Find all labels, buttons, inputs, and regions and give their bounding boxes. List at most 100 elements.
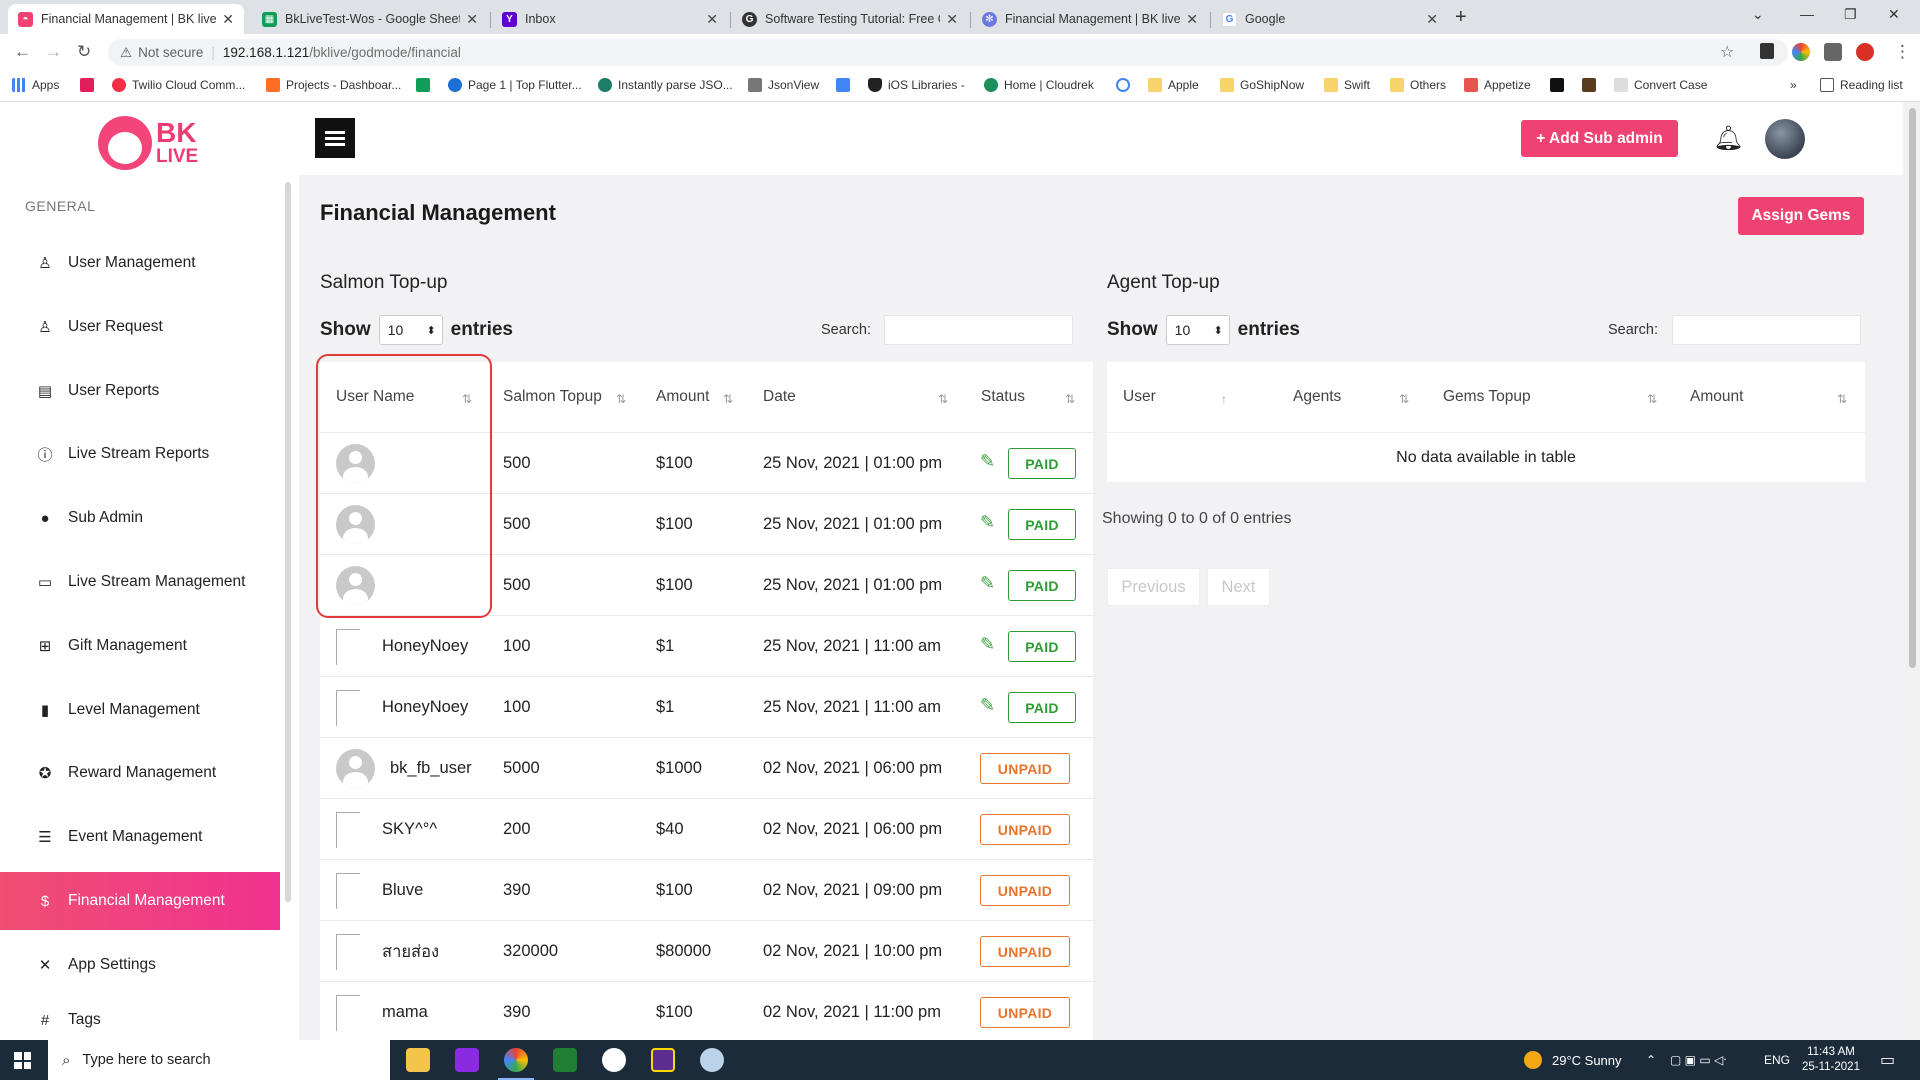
slack-taskbar-icon[interactable]: [602, 1048, 626, 1072]
bookmark-translate[interactable]: [836, 78, 856, 92]
puzzle-extensions-icon[interactable]: [1824, 43, 1842, 61]
language-indicator[interactable]: ENG: [1764, 1040, 1790, 1080]
onenote-icon[interactable]: [651, 1048, 675, 1072]
column-header-agents[interactable]: Agents: [1293, 362, 1341, 432]
tab-google[interactable]: G Google ✕: [1212, 4, 1448, 34]
new-tab-icon[interactable]: +: [1455, 6, 1467, 29]
status-badge[interactable]: PAID: [1008, 509, 1076, 540]
tab-google-sheets[interactable]: ▦ BkLiveTest-Wos - Google Sheets ✕: [252, 4, 488, 34]
profile-avatar-icon[interactable]: [1856, 43, 1874, 61]
sidebar-item-user-reports[interactable]: ▤ User Reports: [0, 362, 280, 420]
back-arrow-icon[interactable]: ←: [14, 42, 31, 62]
close-tab-icon[interactable]: ✕: [1186, 11, 1198, 28]
tab-financial-management[interactable]: ◓ Financial Management | BK live ✕: [8, 4, 244, 34]
user-avatar[interactable]: [1765, 119, 1805, 159]
edit-pencil-icon[interactable]: ✎: [980, 451, 995, 472]
bookmark-slack[interactable]: [80, 78, 100, 92]
bookmark-google[interactable]: [1116, 78, 1136, 92]
bookmark-folder-apple[interactable]: Apple: [1148, 78, 1199, 92]
tray-icons[interactable]: ▢ ▣ ▭ ◁ᐧ: [1670, 1040, 1726, 1080]
reload-icon[interactable]: ↻: [77, 42, 91, 62]
column-header-amount[interactable]: Amount: [656, 362, 709, 432]
tab-software-testing[interactable]: G Software Testing Tutorial: Free Q ✕: [732, 4, 968, 34]
status-badge[interactable]: PAID: [1008, 692, 1076, 723]
tab-financial-management-2[interactable]: ✻ Financial Management | BK live - ✕: [972, 4, 1208, 34]
edit-pencil-icon[interactable]: ✎: [980, 573, 995, 594]
sort-up-icon[interactable]: ↑: [1221, 392, 1227, 406]
add-sub-admin-button[interactable]: + Add Sub admin: [1521, 120, 1678, 157]
sort-icon[interactable]: ⇅: [938, 392, 948, 406]
download-icon[interactable]: [1760, 43, 1774, 59]
bookmark-star-icon[interactable]: ☆: [1720, 42, 1734, 62]
snipping-tool-icon[interactable]: [700, 1048, 724, 1072]
restore-icon[interactable]: ❐: [1844, 6, 1857, 23]
sidebar-item-financial-management[interactable]: $ Financial Management: [0, 872, 280, 930]
minimize-icon[interactable]: —: [1800, 6, 1814, 22]
sort-icon[interactable]: ⇅: [616, 392, 626, 406]
bookmark-projects[interactable]: Projects - Dashboar...: [266, 78, 401, 92]
status-badge[interactable]: UNPAID: [980, 753, 1070, 784]
agent-page-size-select[interactable]: 10: [1165, 315, 1230, 345]
edit-pencil-icon[interactable]: ✎: [980, 512, 995, 533]
bookmark-jsonview[interactable]: JsonView: [748, 78, 819, 92]
tab-search-chevron-icon[interactable]: ⌄: [1752, 6, 1764, 23]
sort-icon[interactable]: ⇅: [1647, 392, 1657, 406]
file-explorer-icon[interactable]: [406, 1048, 430, 1072]
bookmark-tf[interactable]: [1550, 78, 1570, 92]
close-tab-icon[interactable]: ✕: [466, 11, 478, 28]
close-tab-icon[interactable]: ✕: [706, 11, 718, 28]
sort-icon[interactable]: ⇅: [1065, 392, 1075, 406]
sidebar-scrollbar[interactable]: [285, 182, 291, 902]
sidebar-item-user-management[interactable]: ♙ User Management: [0, 234, 280, 292]
close-window-icon[interactable]: ✕: [1888, 6, 1900, 23]
salmon-search-input[interactable]: [884, 315, 1073, 345]
notepad-plus-icon[interactable]: [553, 1048, 577, 1072]
sidebar-item-reward-management[interactable]: ✪ Reward Management: [0, 744, 280, 802]
sort-icon[interactable]: ⇅: [723, 392, 733, 406]
tab-inbox[interactable]: Y Inbox ✕: [492, 4, 728, 34]
bookmark-parse-json[interactable]: Instantly parse JSO...: [598, 78, 733, 92]
agent-search-input[interactable]: [1672, 315, 1861, 345]
warning-triangle-icon[interactable]: ⚠: [120, 45, 132, 61]
sort-icon[interactable]: ⇅: [1837, 392, 1847, 406]
tray-chevron-icon[interactable]: ⌃: [1646, 1040, 1656, 1080]
bookmark-plus[interactable]: [416, 78, 436, 92]
sidebar-item-app-settings[interactable]: ✕ App Settings: [0, 936, 280, 994]
close-tab-icon[interactable]: ✕: [1426, 11, 1438, 28]
taskbar-search-box[interactable]: ⌕ Type here to search: [48, 1040, 390, 1080]
chrome-taskbar-icon[interactable]: [498, 1048, 534, 1080]
taskbar-clock[interactable]: 11:43 AM 25-11-2021: [1802, 1045, 1860, 1075]
bell-notification-icon[interactable]: 🔔︎: [1713, 124, 1743, 153]
bookmark-d[interactable]: [1582, 78, 1602, 92]
next-page-button[interactable]: Next: [1207, 568, 1270, 606]
column-header-salmon-topup[interactable]: Salmon Topup: [503, 362, 602, 432]
sidebar-item-level-management[interactable]: ▮ Level Management: [0, 681, 280, 739]
url-omnibox[interactable]: ⚠ Not secure | 192.168.1.121 /bklive/god…: [108, 39, 1788, 66]
sidebar-item-event-management[interactable]: ☰ Event Management: [0, 808, 280, 866]
bookmark-apps[interactable]: Apps: [12, 78, 59, 92]
scrollbar-thumb[interactable]: [1909, 108, 1916, 668]
bklive-logo[interactable]: BK LIVE: [98, 116, 198, 170]
chrome-extension-icon[interactable]: [1792, 43, 1810, 61]
bookmark-twilio[interactable]: Twilio Cloud Comm...: [112, 78, 245, 92]
bookmark-convert-case[interactable]: Convert Case: [1614, 78, 1707, 92]
status-badge[interactable]: UNPAID: [980, 814, 1070, 845]
bookmark-ios-libraries[interactable]: iOS Libraries -: [868, 78, 965, 92]
status-badge[interactable]: UNPAID: [980, 936, 1070, 967]
status-badge[interactable]: PAID: [1008, 631, 1076, 662]
close-tab-icon[interactable]: ✕: [946, 11, 958, 28]
column-header-gems-topup[interactable]: Gems Topup: [1443, 362, 1531, 432]
bookmark-cloudrek[interactable]: Home | Cloudrek: [984, 78, 1094, 92]
close-tab-icon[interactable]: ✕: [222, 11, 234, 28]
sidebar-item-gift-management[interactable]: ⊞ Gift Management: [0, 617, 280, 675]
not-secure-label[interactable]: Not secure: [138, 45, 203, 60]
status-badge[interactable]: UNPAID: [980, 875, 1070, 906]
bookmark-appetize[interactable]: Appetize: [1464, 78, 1531, 92]
paint-app-icon[interactable]: [455, 1048, 479, 1072]
edit-pencil-icon[interactable]: ✎: [980, 634, 995, 655]
column-header-date[interactable]: Date: [763, 362, 796, 432]
notification-center-icon[interactable]: ▭: [1880, 1040, 1895, 1080]
column-header-amount[interactable]: Amount: [1690, 362, 1743, 432]
page-scrollbar[interactable]: [1905, 102, 1920, 1040]
sidebar-item-user-request[interactable]: ♙ User Request: [0, 298, 280, 356]
